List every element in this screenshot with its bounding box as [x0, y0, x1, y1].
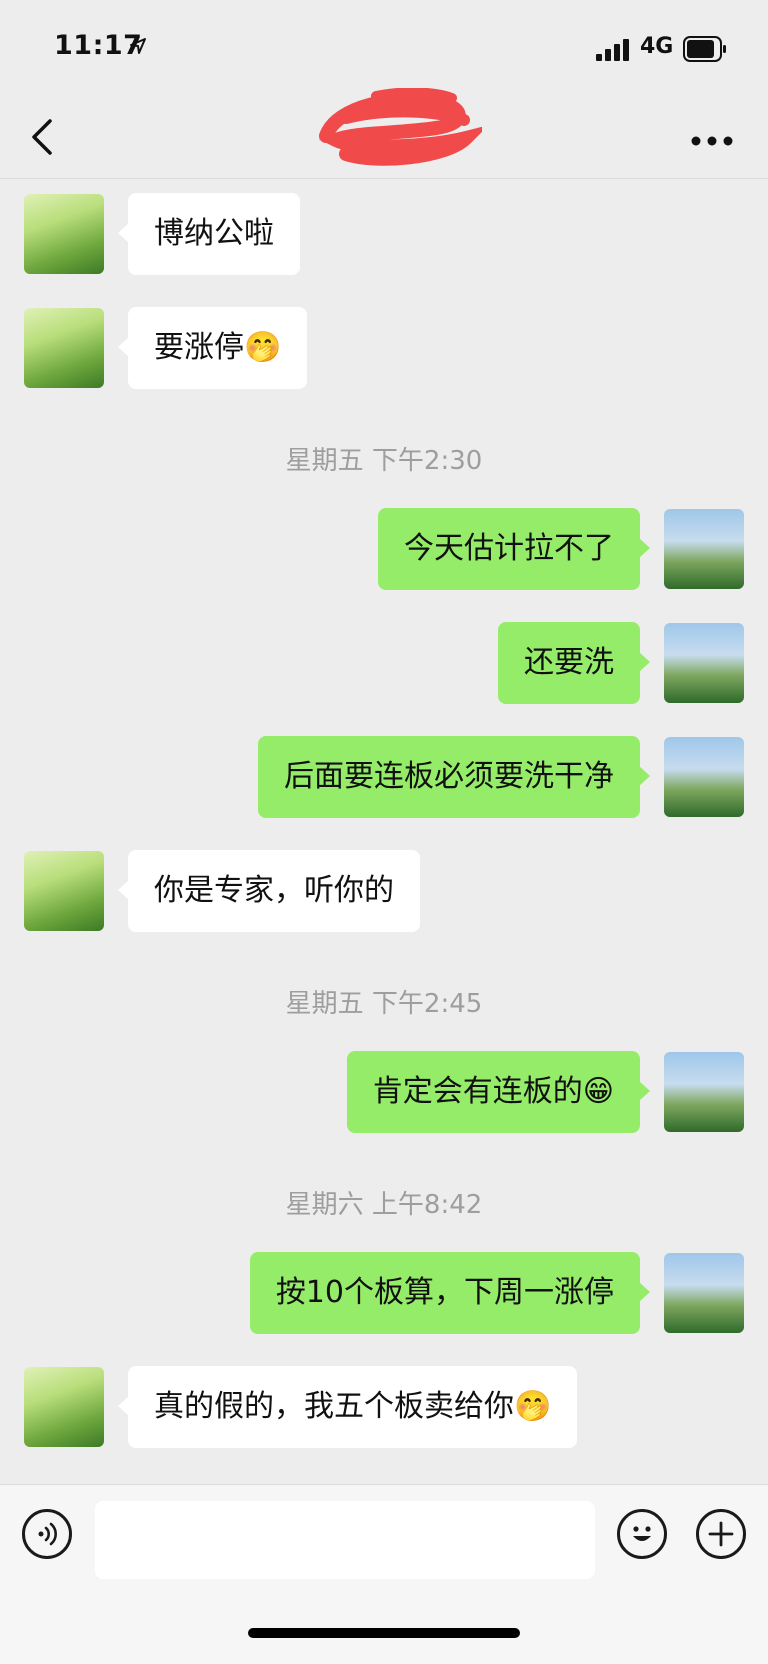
avatar[interactable] [24, 308, 104, 388]
home-indicator[interactable] [248, 1628, 520, 1638]
message-bubble-sent[interactable]: 今天估计拉不了 [378, 508, 650, 590]
message-bubble-sent[interactable]: 按10个板算，下周一涨停 [249, 1252, 651, 1334]
cell-signal-icon [596, 39, 630, 61]
message-bubble-sent[interactable]: 肯定会有连板的😁 [346, 1051, 651, 1133]
message-row-sent: 按10个板算，下周一涨停 [0, 1252, 768, 1334]
message-input[interactable] [95, 1501, 595, 1579]
message-bubble-received[interactable]: 你是专家，听你的 [118, 850, 420, 932]
location-arrow-icon [129, 37, 147, 59]
timestamp: 星期六 上午8:42 [285, 1190, 483, 1220]
redacted-contact-name [318, 88, 482, 166]
message-row-received: 你是专家，听你的 [0, 850, 768, 932]
message-bubble-received[interactable]: 真的假的，我五个板卖给你🤭 [117, 1366, 578, 1448]
message-row-sent: 今天估计拉不了 [0, 508, 768, 590]
message-row-received: 博纳公啦 [0, 193, 768, 275]
message-bubble-sent[interactable]: 后面要连板必须要洗干净 [258, 736, 650, 818]
message-row-sent: 后面要连板必须要洗干净 [0, 736, 768, 818]
avatar[interactable] [664, 509, 744, 589]
avatar[interactable] [24, 1367, 104, 1447]
avatar[interactable] [24, 851, 104, 931]
battery-icon [683, 36, 727, 62]
message-row-sent: 肯定会有连板的😁 [0, 1051, 768, 1133]
plus-icon[interactable] [696, 1509, 746, 1559]
avatar[interactable] [664, 1052, 744, 1132]
avatar[interactable] [24, 194, 104, 274]
message-bubble-sent[interactable]: 还要洗 [498, 622, 650, 704]
timestamp: 星期五 下午2:45 [285, 989, 483, 1019]
avatar[interactable] [664, 623, 744, 703]
message-bubble-received[interactable]: 要涨停🤭 [117, 307, 308, 389]
message-row-sent: 还要洗 [0, 622, 768, 704]
status-bar: 11:17 4G [0, 0, 768, 96]
message-row-received: 真的假的，我五个板卖给你🤭 [0, 1366, 768, 1448]
message-row-received: 要涨停🤭 [0, 307, 768, 389]
chevron-left-icon[interactable] [26, 115, 62, 159]
network-type: 4G [640, 34, 674, 59]
emoji-icon[interactable] [617, 1509, 667, 1559]
timestamp: 星期五 下午2:30 [285, 446, 483, 476]
avatar[interactable] [664, 1253, 744, 1333]
avatar[interactable] [664, 737, 744, 817]
more-dots-icon[interactable] [690, 132, 734, 146]
voice-input-icon[interactable] [22, 1509, 72, 1559]
message-bubble-received[interactable]: 博纳公啦 [118, 193, 300, 275]
